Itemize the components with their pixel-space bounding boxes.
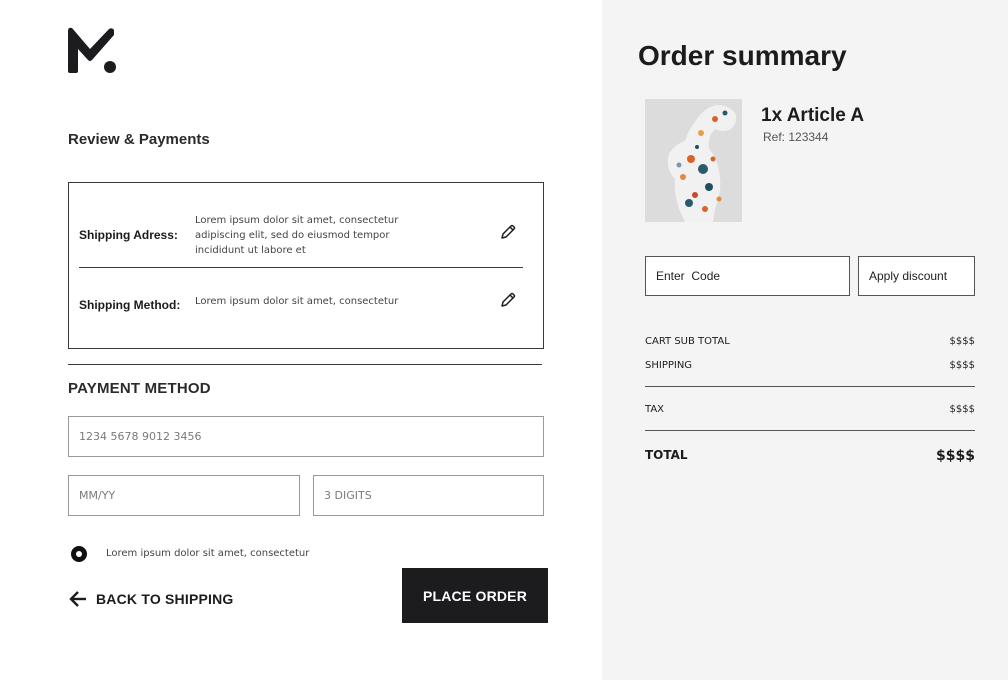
summary-row-label: CART SUB TOTAL: [645, 336, 730, 347]
discount-code-field[interactable]: [645, 256, 850, 296]
summary-row-tax: TAX $$$$: [645, 404, 975, 415]
product-ref: Ref: 123344: [763, 130, 829, 144]
summary-divider: [645, 386, 975, 387]
back-to-shipping-link[interactable]: BACK TO SHIPPING: [68, 589, 234, 609]
pencil-icon[interactable]: [499, 223, 517, 241]
pencil-icon[interactable]: [499, 291, 517, 309]
section-divider: [68, 364, 542, 365]
summary-row-value: $$$$: [949, 336, 975, 347]
summary-row-total: TOTAL $$$$: [645, 448, 975, 464]
cvv-input[interactable]: [324, 489, 543, 502]
shipping-method-text: Lorem ipsum dolor sit amet, consectetur: [195, 296, 399, 307]
product-name: 1x Article A: [761, 105, 865, 126]
review-box: Shipping Adress: Lorem ipsum dolor sit a…: [68, 182, 544, 349]
cvv-field[interactable]: [313, 475, 544, 516]
checkout-form-panel: Review & Payments Shipping Adress: Lorem…: [0, 0, 602, 680]
arrow-left-icon: [69, 591, 86, 607]
shipping-method-label: Shipping Method:: [79, 298, 181, 312]
expiry-input[interactable]: [79, 489, 299, 502]
payment-method-title: PAYMENT METHOD: [68, 380, 211, 397]
back-to-shipping-label: BACK TO SHIPPING: [96, 591, 234, 607]
consent-radio[interactable]: [71, 546, 87, 562]
brand-m-logo-icon: [68, 27, 116, 73]
total-label: TOTAL: [645, 448, 688, 462]
summary-row-label: SHIPPING: [645, 360, 693, 371]
summary-row-value: $$$$: [949, 360, 975, 371]
shipping-address-text: Lorem ipsum dolor sit amet, consectetur …: [195, 215, 399, 256]
review-divider: [79, 267, 523, 268]
review-payments-title: Review & Payments: [68, 131, 210, 148]
consent-radio-label: Lorem ipsum dolor sit amet, consectetur: [106, 548, 310, 559]
card-number-input[interactable]: [79, 430, 543, 443]
discount-code-input[interactable]: [656, 269, 849, 283]
total-value: $$$$: [936, 448, 975, 464]
product-image: [645, 99, 742, 222]
summary-divider: [645, 430, 975, 431]
place-order-button[interactable]: PLACE ORDER: [402, 568, 548, 623]
summary-row-subtotal: CART SUB TOTAL $$$$: [645, 336, 975, 347]
summary-row-label: TAX: [645, 404, 665, 415]
summary-row-value: $$$$: [949, 404, 975, 415]
summary-row-shipping: SHIPPING $$$$: [645, 360, 975, 371]
order-summary-title: Order summary: [638, 40, 847, 71]
card-number-field[interactable]: [68, 416, 544, 457]
shipping-address-label: Shipping Adress:: [79, 228, 178, 242]
expiry-field[interactable]: [68, 475, 300, 516]
apply-discount-button[interactable]: Apply discount: [858, 256, 975, 296]
